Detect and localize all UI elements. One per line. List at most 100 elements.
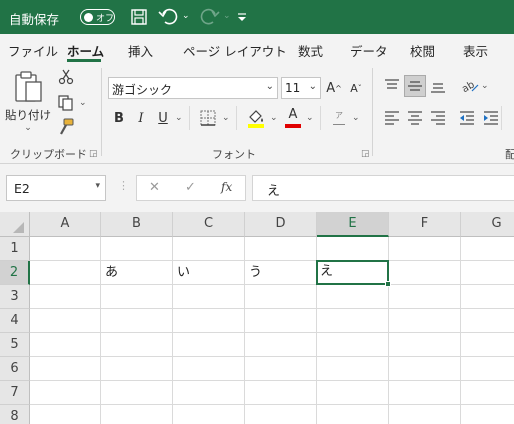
cell-c6[interactable] <box>173 357 245 381</box>
cell-b5[interactable] <box>101 333 173 357</box>
orientation-icon[interactable]: ab <box>460 75 480 95</box>
align-left-icon[interactable] <box>383 109 401 127</box>
cell-g1[interactable] <box>461 237 514 261</box>
cell-f2[interactable] <box>389 261 461 285</box>
cell-d7[interactable] <box>245 381 317 405</box>
row-header-7[interactable]: 7 <box>0 381 30 405</box>
row-header-6[interactable]: 6 <box>0 357 30 381</box>
cell-d1[interactable] <box>245 237 317 261</box>
cell-e5[interactable] <box>317 333 389 357</box>
shrink-font-button[interactable]: Aˇ <box>347 78 365 98</box>
copy-icon[interactable] <box>57 94 75 112</box>
fill-handle[interactable] <box>385 281 391 287</box>
cell-a6[interactable] <box>30 357 101 381</box>
borders-icon[interactable] <box>199 109 217 127</box>
cell-g7[interactable] <box>461 381 514 405</box>
cell-g8[interactable] <box>461 405 514 424</box>
underline-button[interactable]: U <box>155 109 171 127</box>
cell-e6[interactable] <box>317 357 389 381</box>
row-header-2[interactable]: 2 <box>0 261 30 285</box>
row-header-8[interactable]: 8 <box>0 405 30 424</box>
row-header-1[interactable]: 1 <box>0 237 30 261</box>
tab-data[interactable]: データ <box>350 41 388 60</box>
decrease-indent-icon[interactable] <box>458 109 476 127</box>
cell-b2[interactable]: あ <box>101 261 173 285</box>
cell-c8[interactable] <box>173 405 245 424</box>
cell-f1[interactable] <box>389 237 461 261</box>
cell-b8[interactable] <box>101 405 173 424</box>
column-header-c[interactable]: C <box>173 212 245 237</box>
cell-f4[interactable] <box>389 309 461 333</box>
row-header-5[interactable]: 5 <box>0 333 30 357</box>
insert-function-button[interactable]: fx <box>221 180 232 194</box>
cut-icon[interactable] <box>58 69 74 85</box>
undo-icon[interactable] <box>157 6 181 28</box>
cell-a2[interactable] <box>30 261 101 285</box>
font-launcher-icon[interactable]: ◲ <box>361 149 370 159</box>
tab-file[interactable]: ファイル <box>8 41 58 60</box>
formula-input[interactable]: え <box>252 175 514 201</box>
cell-a8[interactable] <box>30 405 101 424</box>
column-header-e[interactable]: E <box>317 212 389 237</box>
cell-e8[interactable] <box>317 405 389 424</box>
cell-e1[interactable] <box>317 237 389 261</box>
paste-button[interactable]: 貼り付け ⌄ <box>5 66 51 136</box>
cell-f5[interactable] <box>389 333 461 357</box>
italic-button[interactable]: I <box>133 109 149 127</box>
cell-c4[interactable] <box>173 309 245 333</box>
cell-b7[interactable] <box>101 381 173 405</box>
cell-c5[interactable] <box>173 333 245 357</box>
cell-d3[interactable] <box>245 285 317 309</box>
increase-indent-icon[interactable] <box>482 109 500 127</box>
column-header-g[interactable]: G <box>461 212 514 237</box>
cell-g4[interactable] <box>461 309 514 333</box>
cell-f3[interactable] <box>389 285 461 309</box>
clipboard-launcher-icon[interactable]: ◲ <box>89 149 98 159</box>
tab-page-layout[interactable]: ページ レイアウト <box>183 41 287 60</box>
font-size-combo[interactable]: 11 ⌄ <box>281 77 321 99</box>
cell-b1[interactable] <box>101 237 173 261</box>
select-all-button[interactable] <box>0 212 30 237</box>
save-icon[interactable] <box>128 6 150 28</box>
cell-a7[interactable] <box>30 381 101 405</box>
tab-insert[interactable]: 挿入 <box>128 41 153 60</box>
cell-e4[interactable] <box>317 309 389 333</box>
cell-f8[interactable] <box>389 405 461 424</box>
bold-button[interactable]: B <box>111 109 127 127</box>
tab-formulas[interactable]: 数式 <box>298 41 323 60</box>
cell-e7[interactable] <box>317 381 389 405</box>
column-header-a[interactable]: A <box>30 212 101 237</box>
align-right-icon[interactable] <box>429 109 447 127</box>
cell-d8[interactable] <box>245 405 317 424</box>
undo-dropdown-icon[interactable]: ⌄ <box>182 11 190 33</box>
cell-f6[interactable] <box>389 357 461 381</box>
cell-b4[interactable] <box>101 309 173 333</box>
name-box[interactable]: E2 ▾ <box>6 175 106 201</box>
font-color-dropdown-icon[interactable]: ⌄ <box>306 113 314 123</box>
cell-g3[interactable] <box>461 285 514 309</box>
cell-a4[interactable] <box>30 309 101 333</box>
align-bottom-icon[interactable] <box>429 77 447 95</box>
cell-d4[interactable] <box>245 309 317 333</box>
align-middle-button[interactable] <box>404 75 426 97</box>
tab-home[interactable]: ホーム <box>67 41 104 60</box>
row-header-4[interactable]: 4 <box>0 309 30 333</box>
cell-d6[interactable] <box>245 357 317 381</box>
grow-font-button[interactable]: A ^ <box>325 78 343 98</box>
column-header-d[interactable]: D <box>245 212 317 237</box>
cell-c7[interactable] <box>173 381 245 405</box>
copy-dropdown-icon[interactable]: ⌄ <box>79 98 87 108</box>
cell-a1[interactable] <box>30 237 101 261</box>
tab-view[interactable]: 表示 <box>463 41 488 60</box>
cell-c3[interactable] <box>173 285 245 309</box>
cell-f7[interactable] <box>389 381 461 405</box>
align-top-icon[interactable] <box>383 77 401 95</box>
cell-d2[interactable]: う <box>245 261 317 285</box>
column-header-f[interactable]: F <box>389 212 461 237</box>
cell-d5[interactable] <box>245 333 317 357</box>
cell-g5[interactable] <box>461 333 514 357</box>
autosave-toggle[interactable]: オフ <box>80 9 115 25</box>
format-painter-icon[interactable] <box>57 118 75 136</box>
fill-color-dropdown-icon[interactable]: ⌄ <box>270 113 278 123</box>
column-header-b[interactable]: B <box>101 212 173 237</box>
